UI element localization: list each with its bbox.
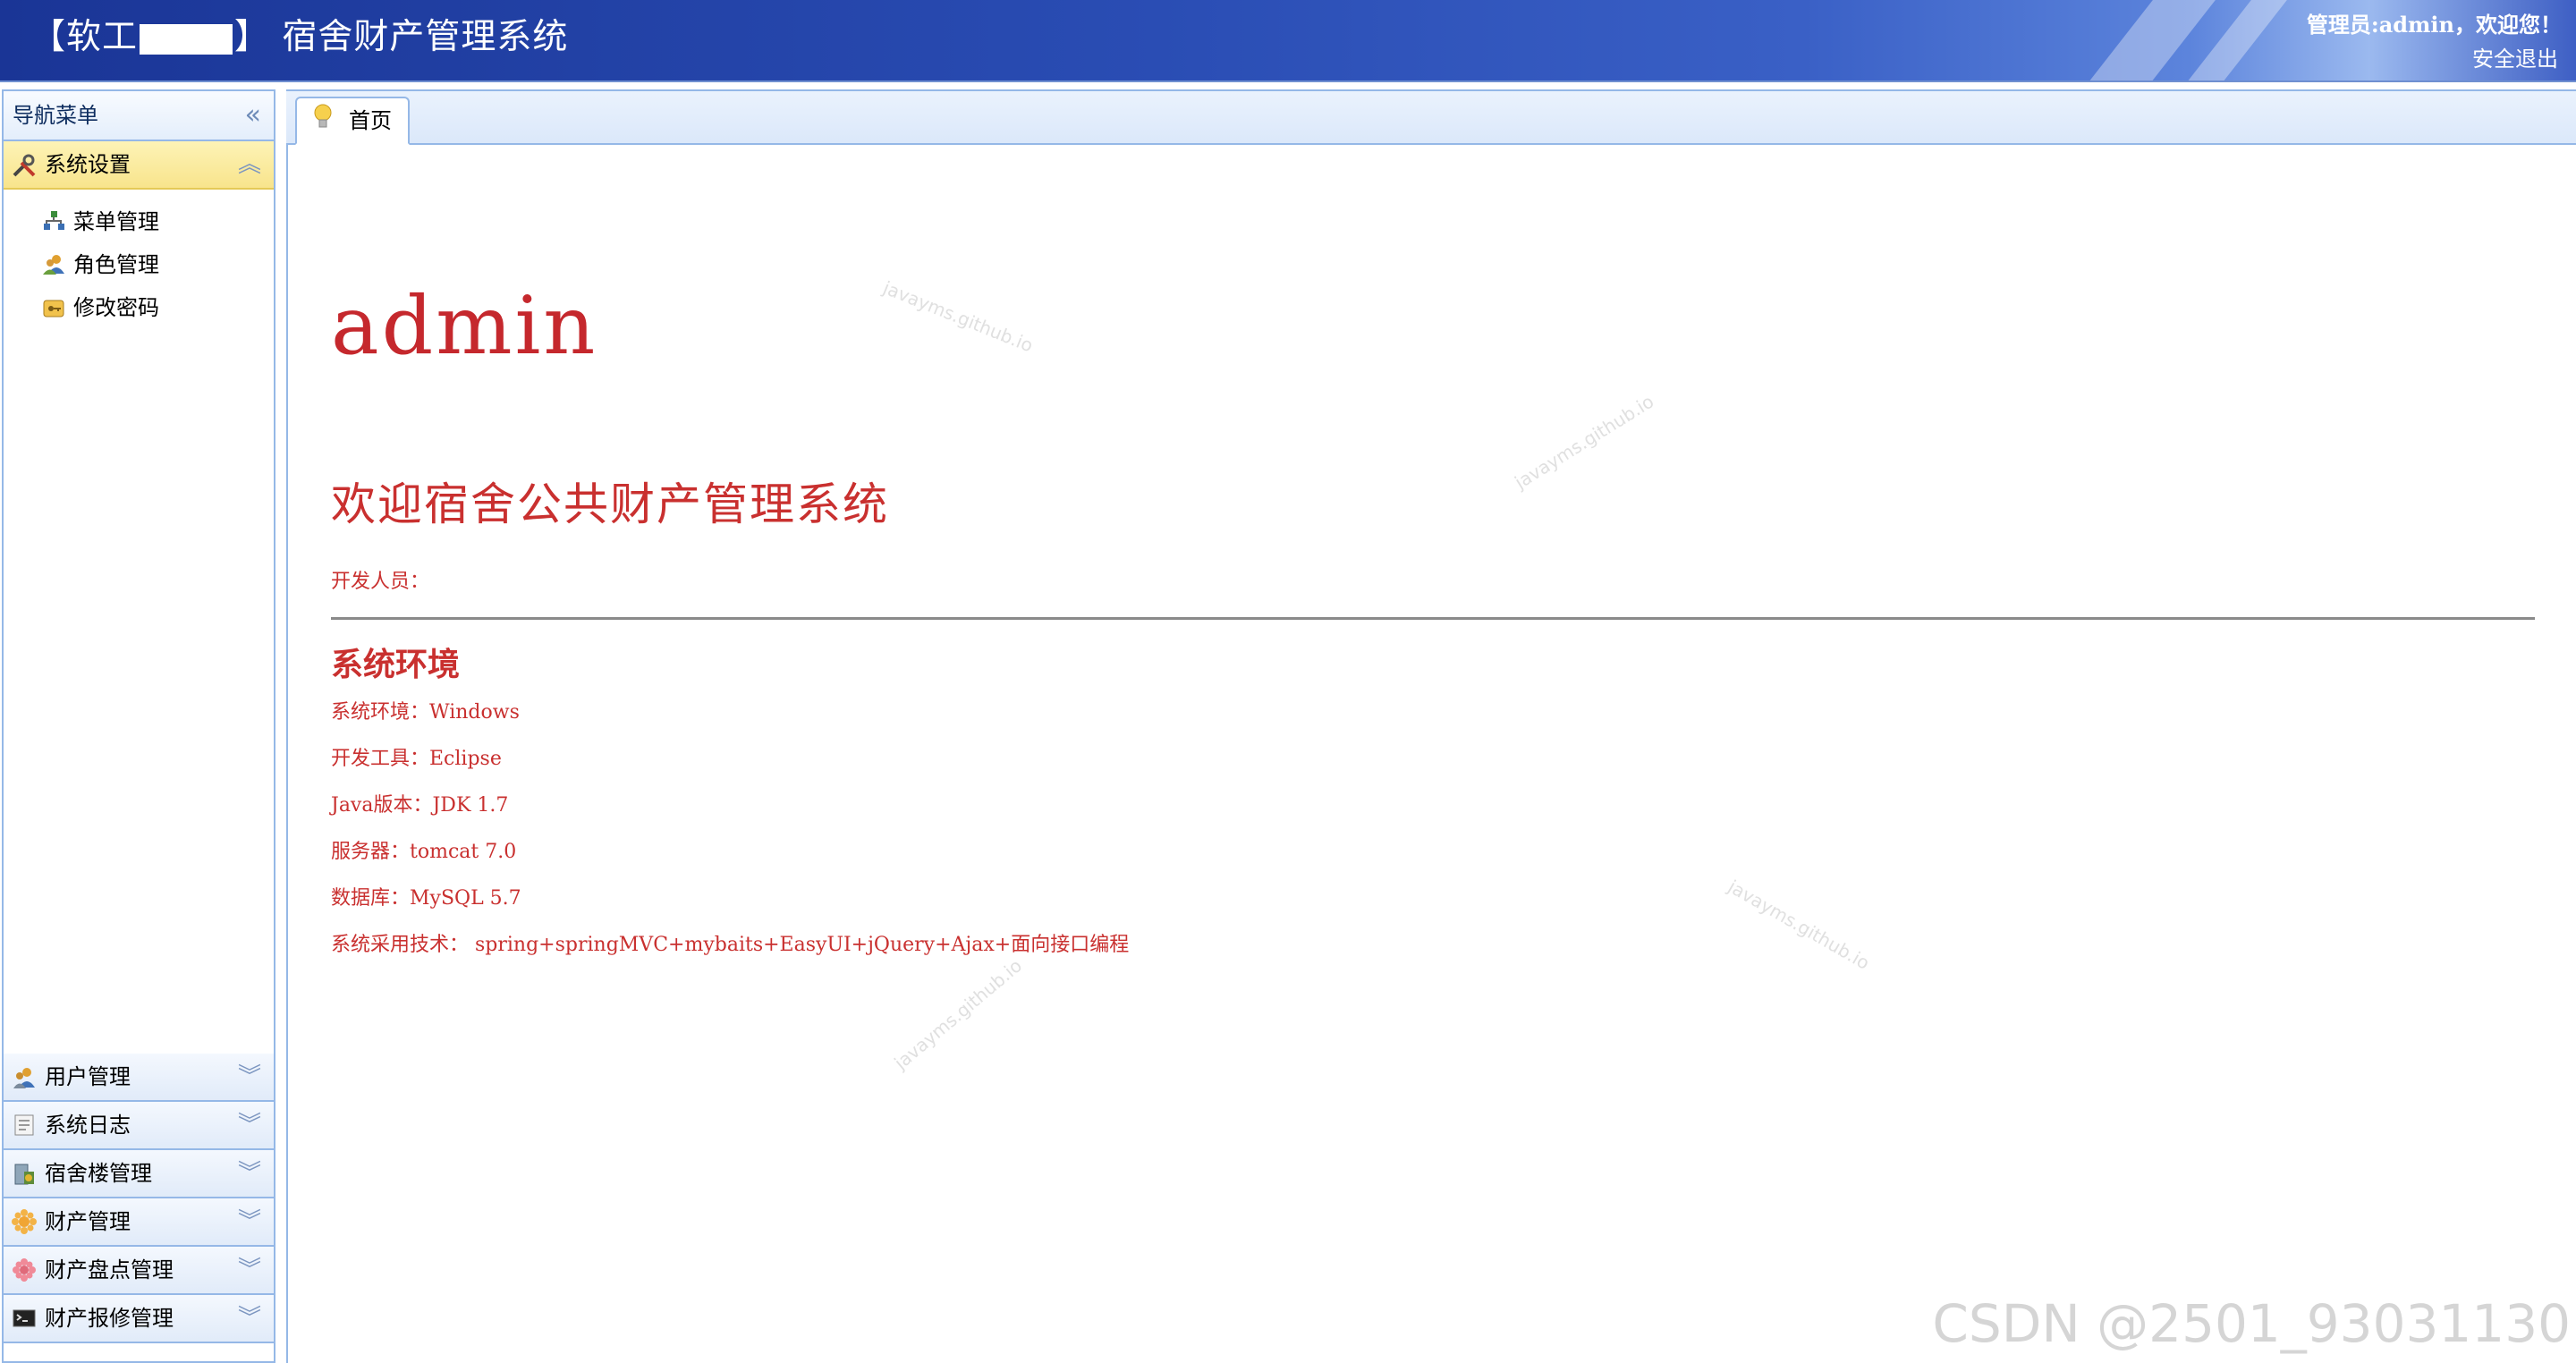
env-line-database: 数据库：MySQL 5.7: [331, 887, 521, 910]
panel-label: 财产报修管理: [45, 1306, 174, 1331]
panel-inventory-management[interactable]: 财产盘点管理 ︾: [4, 1247, 274, 1295]
sidebar-header: 导航菜单 «: [4, 91, 274, 141]
menu-item-menu-management[interactable]: 菜单管理: [4, 200, 274, 243]
env-line-os: 系统环境：Windows: [331, 701, 520, 724]
tab-label: 首页: [349, 108, 392, 133]
menu-item-label: 菜单管理: [73, 209, 159, 234]
menu-item-label: 修改密码: [73, 295, 159, 320]
chevron-down-icon[interactable]: ︾: [238, 1054, 261, 1100]
inventory-icon: [11, 1257, 38, 1284]
app-title-suffix: 】 宿舍财产管理系统: [234, 17, 569, 57]
panel-label: 系统日志: [45, 1113, 131, 1138]
admin-welcome: 管理员:admin，欢迎您！: [2306, 12, 2562, 38]
main-content: admin 欢迎宿舍公共财产管理系统 开发人员： 系统环境 系统环境：Windo…: [286, 145, 2576, 1363]
panel-system-settings-body: 菜单管理 角色管理 修改密码: [4, 190, 274, 1054]
panel-system-log[interactable]: 系统日志 ︾: [4, 1102, 274, 1150]
welcome-heading: 欢迎宿舍公共财产管理系统: [331, 478, 889, 530]
watermark: javayms.github.io: [879, 276, 1037, 357]
user-icon: [11, 1064, 38, 1091]
env-line-server: 服务器：tomcat 7.0: [331, 841, 517, 863]
panel-asset-management[interactable]: 财产管理 ︾: [4, 1198, 274, 1247]
chevron-up-icon[interactable]: ︽: [238, 141, 261, 188]
menu-item-label: 角色管理: [73, 252, 159, 277]
bulb-icon: [311, 102, 335, 147]
env-line-ide: 开发工具：Eclipse: [331, 748, 502, 770]
sidebar-title: 导航菜单: [13, 103, 98, 128]
app-title: 【软工 】 宿舍财产管理系统: [30, 11, 568, 64]
panel-label: 财产盘点管理: [45, 1257, 174, 1283]
panel-label: 宿舍楼管理: [45, 1161, 152, 1186]
panel-label: 系统设置: [45, 152, 131, 177]
redacted-block: [140, 23, 233, 55]
env-line-tech: 系统采用技术： spring+springMVC+mybaits+EasyUI+…: [331, 934, 1130, 956]
chevron-down-icon[interactable]: ︾: [238, 1295, 261, 1342]
asset-icon: [11, 1209, 38, 1236]
env-title: 系统环境: [331, 646, 461, 683]
tabs-bar: 首页: [286, 89, 2576, 145]
csdn-watermark: CSDN @2501_93031130: [1932, 1293, 2571, 1354]
app-title-prefix: 【软工: [30, 17, 139, 57]
chevron-down-icon[interactable]: ︾: [238, 1102, 261, 1148]
collapse-sidebar-icon[interactable]: «: [245, 91, 261, 140]
env-line-java: Java版本：JDK 1.7: [331, 794, 509, 817]
menu-item-role-management[interactable]: 角色管理: [4, 243, 274, 286]
tab-home[interactable]: 首页: [295, 97, 410, 145]
developer-label: 开发人员：: [331, 571, 430, 593]
repair-icon: [11, 1306, 38, 1333]
watermark: javayms.github.io: [1724, 876, 1874, 974]
log-icon: [11, 1113, 38, 1139]
watermark: javayms.github.io: [890, 954, 1027, 1074]
panel-building-management[interactable]: 宿舍楼管理 ︾: [4, 1150, 274, 1198]
panel-repair-management[interactable]: 财产报修管理 ︾: [4, 1295, 274, 1343]
sidebar: 导航菜单 « 系统设置 ︽ 菜单管理 角色管理 修改密码 用户管理 ︾ 系统日志…: [2, 89, 275, 1363]
divider: [331, 617, 2535, 620]
chevron-down-icon[interactable]: ︾: [238, 1150, 261, 1197]
sitemap-icon: [41, 209, 66, 234]
panel-system-settings[interactable]: 系统设置 ︽: [4, 141, 274, 190]
chevron-down-icon[interactable]: ︾: [238, 1247, 261, 1293]
panel-label: 财产管理: [45, 1209, 131, 1234]
users-icon: [41, 252, 66, 277]
panel-label: 用户管理: [45, 1064, 131, 1089]
key-icon: [41, 295, 66, 320]
logout-link[interactable]: 安全退出: [2472, 41, 2558, 72]
tools-icon: [11, 152, 38, 179]
admin-name-heading: admin: [331, 279, 598, 373]
panel-user-management[interactable]: 用户管理 ︾: [4, 1054, 274, 1102]
app-header: 【软工 】 宿舍财产管理系统 管理员:admin，欢迎您！ 安全退出: [0, 0, 2576, 82]
watermark: javayms.github.io: [1511, 390, 1658, 494]
menu-item-change-password[interactable]: 修改密码: [4, 286, 274, 329]
building-icon: [11, 1161, 38, 1188]
chevron-down-icon[interactable]: ︾: [238, 1198, 261, 1245]
